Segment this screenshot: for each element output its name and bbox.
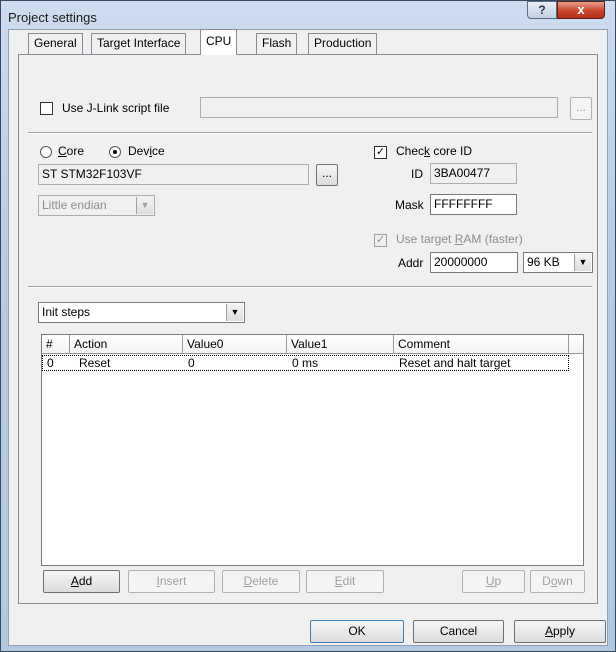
delete-step-button[interactable]: Delete xyxy=(222,570,300,593)
chevron-down-icon: ▼ xyxy=(226,304,243,321)
column-header-action[interactable]: Action xyxy=(70,335,183,354)
column-header-comment[interactable]: Comment xyxy=(394,335,569,354)
table-cell-number: 0 xyxy=(47,356,54,370)
chevron-down-icon: ▼ xyxy=(136,197,153,214)
cancel-button[interactable]: Cancel xyxy=(413,620,504,643)
steps-type-select-value: Init steps xyxy=(42,305,91,319)
endian-select[interactable]: Little endian ▼ xyxy=(38,195,155,216)
tab-general[interactable]: General xyxy=(28,33,83,54)
tab-cpu[interactable]: CPU xyxy=(200,29,238,55)
table-cell-value1: 0 ms xyxy=(292,356,319,370)
edit-step-button[interactable]: Edit xyxy=(306,570,384,593)
jlink-script-browse-button[interactable]: ... xyxy=(570,97,592,120)
ram-size-select-value: 96 KB xyxy=(527,255,560,269)
column-header-value0[interactable]: Value0 xyxy=(183,335,287,354)
check-core-id-label: Check core ID xyxy=(396,144,473,158)
move-step-down-button[interactable]: Down xyxy=(530,570,585,593)
table-cell-action: Reset xyxy=(79,356,111,370)
close-button[interactable]: x xyxy=(557,1,605,19)
device-radio-label: Device xyxy=(128,144,165,158)
ram-size-select[interactable]: 96 KB ▼ xyxy=(523,252,593,273)
core-id-label: ID xyxy=(411,167,423,181)
core-id-field[interactable]: 3BA00477 xyxy=(430,163,517,184)
column-header-number[interactable]: # xyxy=(42,335,70,354)
device-browse-button[interactable]: ... xyxy=(316,164,338,186)
tab-target-interface[interactable]: Target Interface xyxy=(91,33,187,54)
ram-addr-label: Addr xyxy=(398,256,424,270)
move-step-up-button[interactable]: Up xyxy=(462,570,525,593)
separator xyxy=(28,286,592,288)
ok-button[interactable]: OK xyxy=(310,620,404,643)
column-header-filler xyxy=(569,335,583,354)
table-cell-value0: 0 xyxy=(188,356,195,370)
steps-type-select[interactable]: Init steps ▼ xyxy=(38,302,245,323)
table-row[interactable]: 0 Reset 0 0 ms Reset and halt target xyxy=(42,355,569,371)
help-button[interactable]: ? xyxy=(527,1,557,19)
mask-field[interactable]: FFFFFFFF xyxy=(430,194,517,215)
separator xyxy=(28,132,592,134)
core-radio-label: Core xyxy=(58,144,85,158)
insert-step-button[interactable]: Insert xyxy=(128,570,215,593)
table-cell-comment: Reset and halt target xyxy=(399,356,511,370)
use-target-ram-label: Use target RAM (faster) xyxy=(396,232,523,246)
jlink-script-path-field[interactable] xyxy=(200,97,558,118)
jlink-script-label: Use J-Link script file xyxy=(62,101,170,115)
column-header-value1[interactable]: Value1 xyxy=(287,335,394,354)
mask-label: Mask xyxy=(395,198,424,212)
add-step-button[interactable]: Add xyxy=(43,570,120,593)
tab-flash[interactable]: Flash xyxy=(256,33,298,54)
device-name-field[interactable]: ST STM32F103VF xyxy=(38,164,309,185)
use-target-ram-checkbox[interactable]: ✓ xyxy=(374,234,387,247)
apply-button[interactable]: Apply xyxy=(514,620,606,643)
tab-production[interactable]: Production xyxy=(308,33,378,54)
window-title: Project settings xyxy=(8,10,97,25)
check-core-id-checkbox[interactable]: ✓ xyxy=(374,146,387,159)
chevron-down-icon: ▼ xyxy=(574,254,591,271)
jlink-script-checkbox[interactable] xyxy=(40,102,53,115)
endian-select-value: Little endian xyxy=(42,198,107,212)
ram-addr-field[interactable]: 20000000 xyxy=(430,252,518,273)
core-radio[interactable] xyxy=(40,146,52,158)
steps-table[interactable]: # Action Value0 Value1 Comment 0 Reset 0… xyxy=(41,334,584,566)
device-radio[interactable] xyxy=(109,146,121,158)
